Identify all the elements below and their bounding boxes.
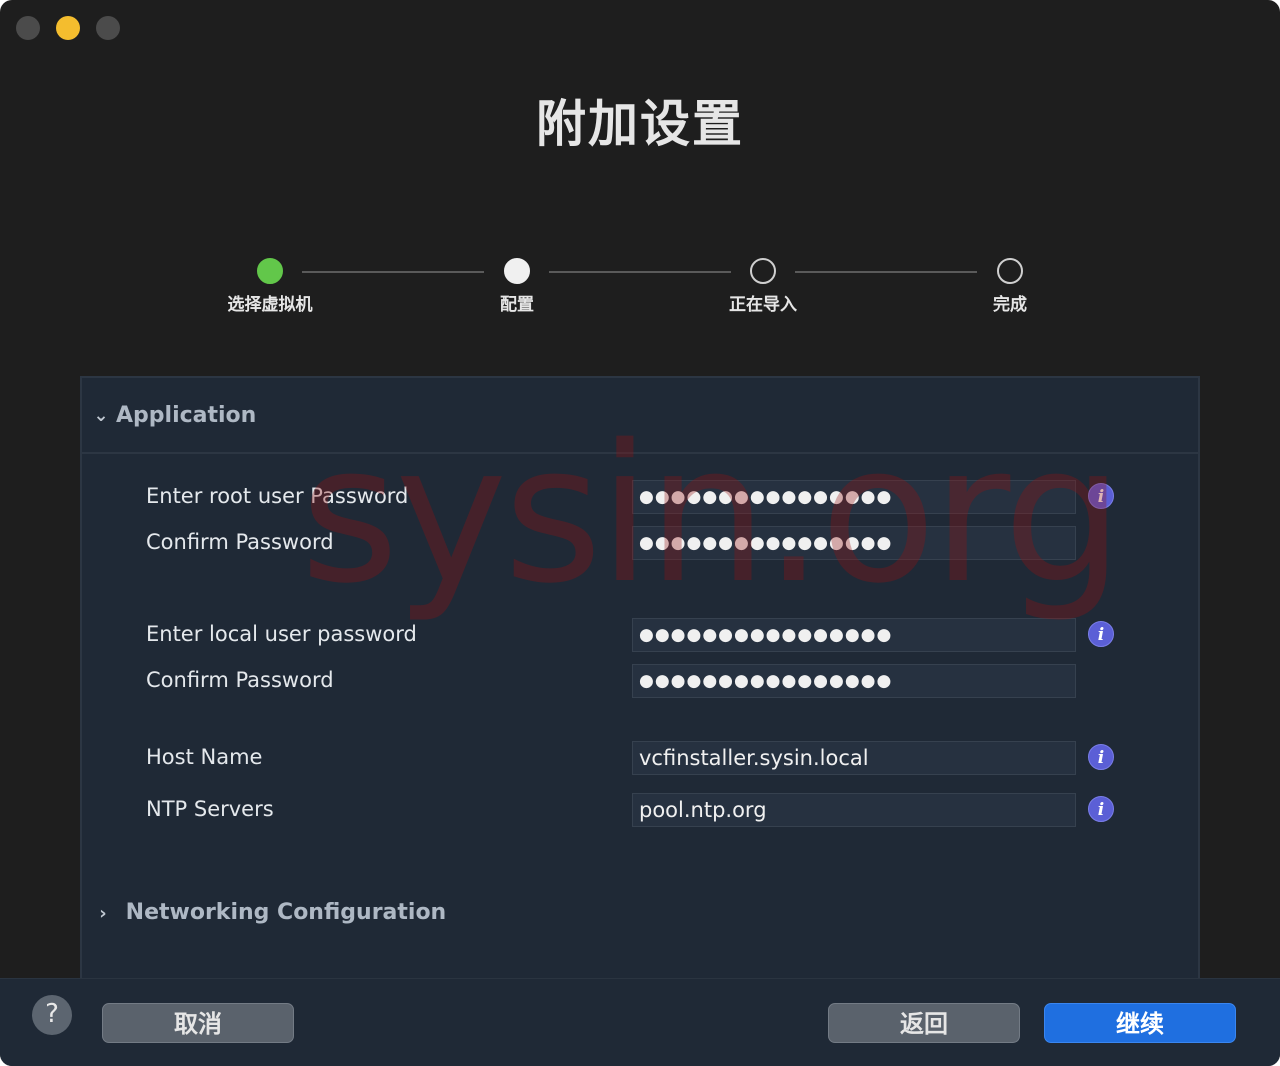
step-label: 配置 (500, 295, 534, 315)
info-icon[interactable]: i (1088, 483, 1114, 509)
field-label: Enter local user password (146, 622, 417, 646)
ntp-servers-input[interactable]: pool.ntp.org (632, 793, 1076, 827)
step-label: 完成 (993, 295, 1027, 315)
chevron-right-icon: › (99, 903, 107, 924)
continue-button[interactable]: 继续 (1044, 1003, 1236, 1043)
help-button[interactable]: ? (32, 995, 72, 1035)
ntp-servers-row: NTP Servers pool.ntp.org i (82, 793, 1198, 827)
info-icon[interactable]: i (1088, 796, 1114, 822)
info-icon[interactable]: i (1088, 621, 1114, 647)
root-password-row: Enter root user Password ●●●●●●●●●●●●●●●… (82, 480, 1198, 514)
section-title: Application (116, 402, 257, 428)
root-password-input[interactable]: ●●●●●●●●●●●●●●●● (632, 480, 1076, 514)
settings-panel: ⌄ Application Enter root user Password ●… (80, 376, 1200, 980)
host-name-row: Host Name vcfinstaller.sysin.local i (82, 741, 1198, 775)
page-title: 附加设置 (536, 95, 744, 153)
back-button[interactable]: 返回 (828, 1003, 1020, 1043)
field-label: Confirm Password (146, 668, 334, 692)
step-done-indicator (257, 258, 283, 284)
window-controls (16, 16, 120, 40)
field-label: Confirm Password (146, 530, 334, 554)
footer-bar: ? 取消 返回 继续 (0, 978, 1280, 1066)
local-password-row: Enter local user password ●●●●●●●●●●●●●●… (82, 618, 1198, 652)
root-password-confirm-row: Confirm Password ●●●●●●●●●●●●●●●● (82, 526, 1198, 560)
local-password-confirm-input[interactable]: ●●●●●●●●●●●●●●●● (632, 664, 1076, 698)
step-pending-indicator (750, 258, 776, 284)
field-label: Enter root user Password (146, 484, 409, 508)
chevron-down-icon: ⌄ (93, 404, 109, 426)
maximize-window-button[interactable] (96, 16, 120, 40)
networking-section-header[interactable]: › Networking Configuration (94, 900, 446, 925)
local-password-input[interactable]: ●●●●●●●●●●●●●●●● (632, 618, 1076, 652)
step-finish: 完成 (930, 258, 1090, 315)
step-importing: 正在导入 (683, 258, 843, 315)
minimize-window-button[interactable] (56, 16, 80, 40)
cancel-button[interactable]: 取消 (102, 1003, 294, 1043)
step-label: 正在导入 (729, 295, 797, 315)
step-pending-indicator (997, 258, 1023, 284)
host-name-input[interactable]: vcfinstaller.sysin.local (632, 741, 1076, 775)
application-section-header[interactable]: ⌄ Application (82, 378, 1198, 454)
field-label: NTP Servers (146, 797, 274, 821)
progress-stepper: 选择虚拟机 配置 正在导入 完成 (0, 258, 1280, 318)
info-icon[interactable]: i (1088, 744, 1114, 770)
close-window-button[interactable] (16, 16, 40, 40)
dialog-window: 附加设置 选择虚拟机 配置 正在导入 完成 ⌄ Application Ente… (0, 0, 1280, 1066)
field-label: Host Name (146, 745, 263, 769)
step-current-indicator (504, 258, 530, 284)
local-password-confirm-row: Confirm Password ●●●●●●●●●●●●●●●● (82, 664, 1198, 698)
root-password-confirm-input[interactable]: ●●●●●●●●●●●●●●●● (632, 526, 1076, 560)
section-title: Networking Configuration (125, 900, 447, 925)
step-label: 选择虚拟机 (227, 295, 313, 315)
step-select-vm: 选择虚拟机 (190, 258, 350, 315)
step-configure: 配置 (437, 258, 597, 315)
